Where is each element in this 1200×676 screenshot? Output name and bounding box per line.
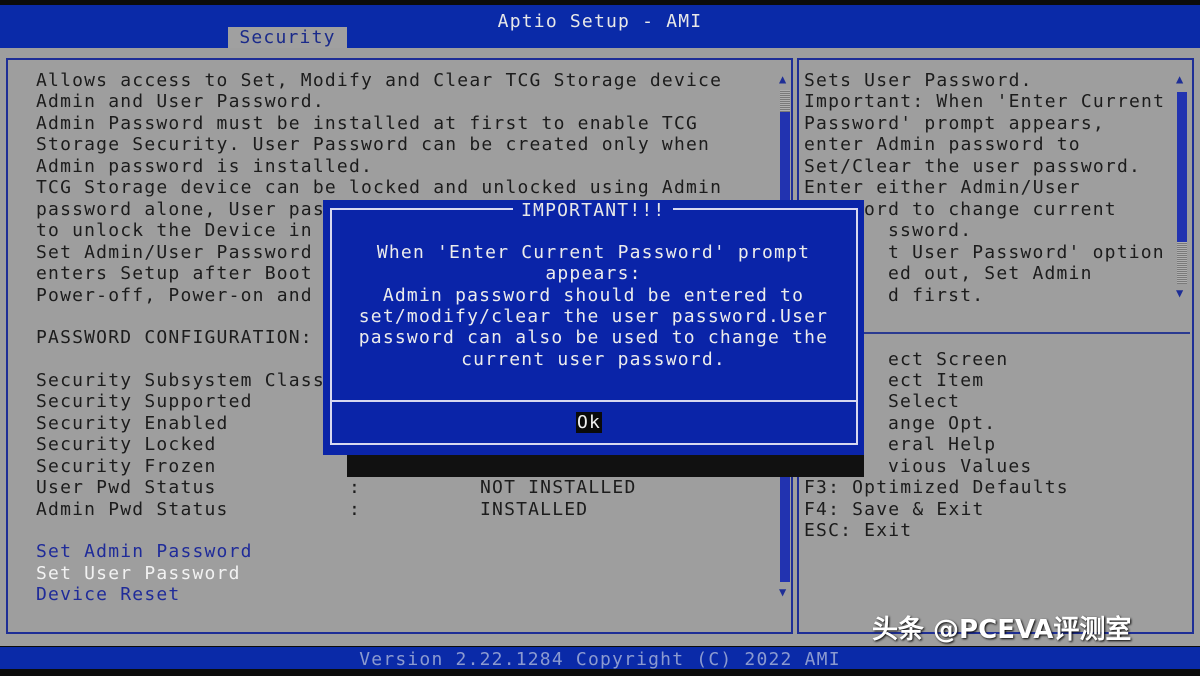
dialog-divider: [330, 400, 858, 402]
set-user-password-item[interactable]: Set User Password: [36, 563, 241, 584]
description-line: password alone, User pas: [36, 199, 325, 220]
description-line: enters Setup after Boot: [36, 263, 313, 284]
field-separator: :: [349, 477, 362, 498]
field-label: User Pwd Status: [36, 477, 217, 498]
help-line: Sets User Password.: [804, 70, 1033, 91]
dialog-message-line: password can also be used to change the: [358, 327, 829, 348]
dialog-message-line: Admin password should be entered to: [382, 285, 805, 306]
key-hint: F3: Optimized Defaults: [804, 477, 1069, 498]
help-scrollbar-thumb[interactable]: [1177, 242, 1187, 284]
header-bar: Aptio Setup - AMI: [0, 5, 1200, 48]
key-hint: F4: Save & Exit: [804, 499, 985, 520]
field-label: Security Supported: [36, 391, 253, 412]
description-line: Admin and User Password.: [36, 91, 325, 112]
description-line: Storage Security. User Password can be c…: [36, 134, 711, 155]
help-scrollbar-track[interactable]: [1177, 92, 1187, 242]
help-line: t User Password' option: [888, 242, 1165, 263]
help-line: enter Admin password to: [804, 134, 1081, 155]
key-hint: ect Screen: [888, 349, 1009, 370]
help-line: d first.: [888, 285, 985, 306]
field-label: Admin Pwd Status: [36, 499, 229, 520]
description-line: Admin password is installed.: [36, 156, 374, 177]
key-hint: ect Item: [888, 370, 985, 391]
help-line: ssword.: [888, 220, 973, 241]
key-hint: eral Help: [888, 434, 997, 455]
dialog-message-line: appears:: [545, 263, 642, 284]
key-hint: vious Values: [888, 456, 1033, 477]
admin-pwd-status-value: INSTALLED: [480, 499, 589, 520]
description-line: TCG Storage device can be locked and unl…: [36, 177, 723, 198]
description-line: Admin Password must be installed at firs…: [36, 113, 699, 134]
dialog-message-line: set/modify/clear the user password.User: [358, 306, 829, 327]
key-hint: ange Opt.: [888, 413, 997, 434]
description-line: Allows access to Set, Modify and Clear T…: [36, 70, 723, 91]
help-line: Enter either Admin/User: [804, 177, 1081, 198]
help-line: Password' prompt appears,: [804, 113, 1105, 134]
help-line: Set/Clear the user password.: [804, 156, 1142, 177]
help-scroll-up-icon[interactable]: ▲: [1176, 72, 1186, 86]
description-line: Power-off, Power-on and: [36, 285, 313, 306]
help-line: ord to change current: [864, 199, 1117, 220]
key-hint: ESC: Exit: [804, 520, 913, 541]
help-scroll-down-icon[interactable]: ▼: [1176, 286, 1186, 300]
ok-button[interactable]: Ok: [576, 412, 603, 433]
set-admin-password-item[interactable]: Set Admin Password: [36, 541, 253, 562]
dialog-message-line: current user password.: [461, 349, 726, 370]
dialog-message-line: When 'Enter Current Password' prompt: [376, 242, 811, 263]
help-line: Important: When 'Enter Current: [804, 91, 1166, 112]
version-text: Version 2.22.1284 Copyright (C) 2022 AMI: [359, 649, 841, 670]
app-title: Aptio Setup - AMI: [497, 11, 703, 32]
dialog-title: IMPORTANT!!!: [513, 200, 674, 221]
field-label: Security Subsystem Class: [36, 370, 325, 391]
field-label: Security Locked: [36, 434, 217, 455]
scroll-down-arrow-icon[interactable]: ▼: [779, 585, 789, 599]
section-label: PASSWORD CONFIGURATION:: [36, 327, 313, 348]
scrollbar-thumb[interactable]: [780, 90, 790, 112]
field-separator: :: [349, 499, 362, 520]
user-pwd-status-value: NOT INSTALLED: [480, 477, 637, 498]
field-label: Security Enabled: [36, 413, 229, 434]
field-label: Security Frozen: [36, 456, 217, 477]
description-line: to unlock the Device in: [36, 220, 313, 241]
device-reset-item[interactable]: Device Reset: [36, 584, 180, 605]
scroll-up-arrow-icon[interactable]: ▲: [779, 72, 789, 86]
key-hint: Select: [888, 391, 961, 412]
description-line: Set Admin/User Password: [36, 242, 313, 263]
tab-security[interactable]: Security: [228, 27, 347, 48]
help-line: ed out, Set Admin: [888, 263, 1093, 284]
watermark: 头条 @PCEVA评测室: [872, 615, 1132, 645]
